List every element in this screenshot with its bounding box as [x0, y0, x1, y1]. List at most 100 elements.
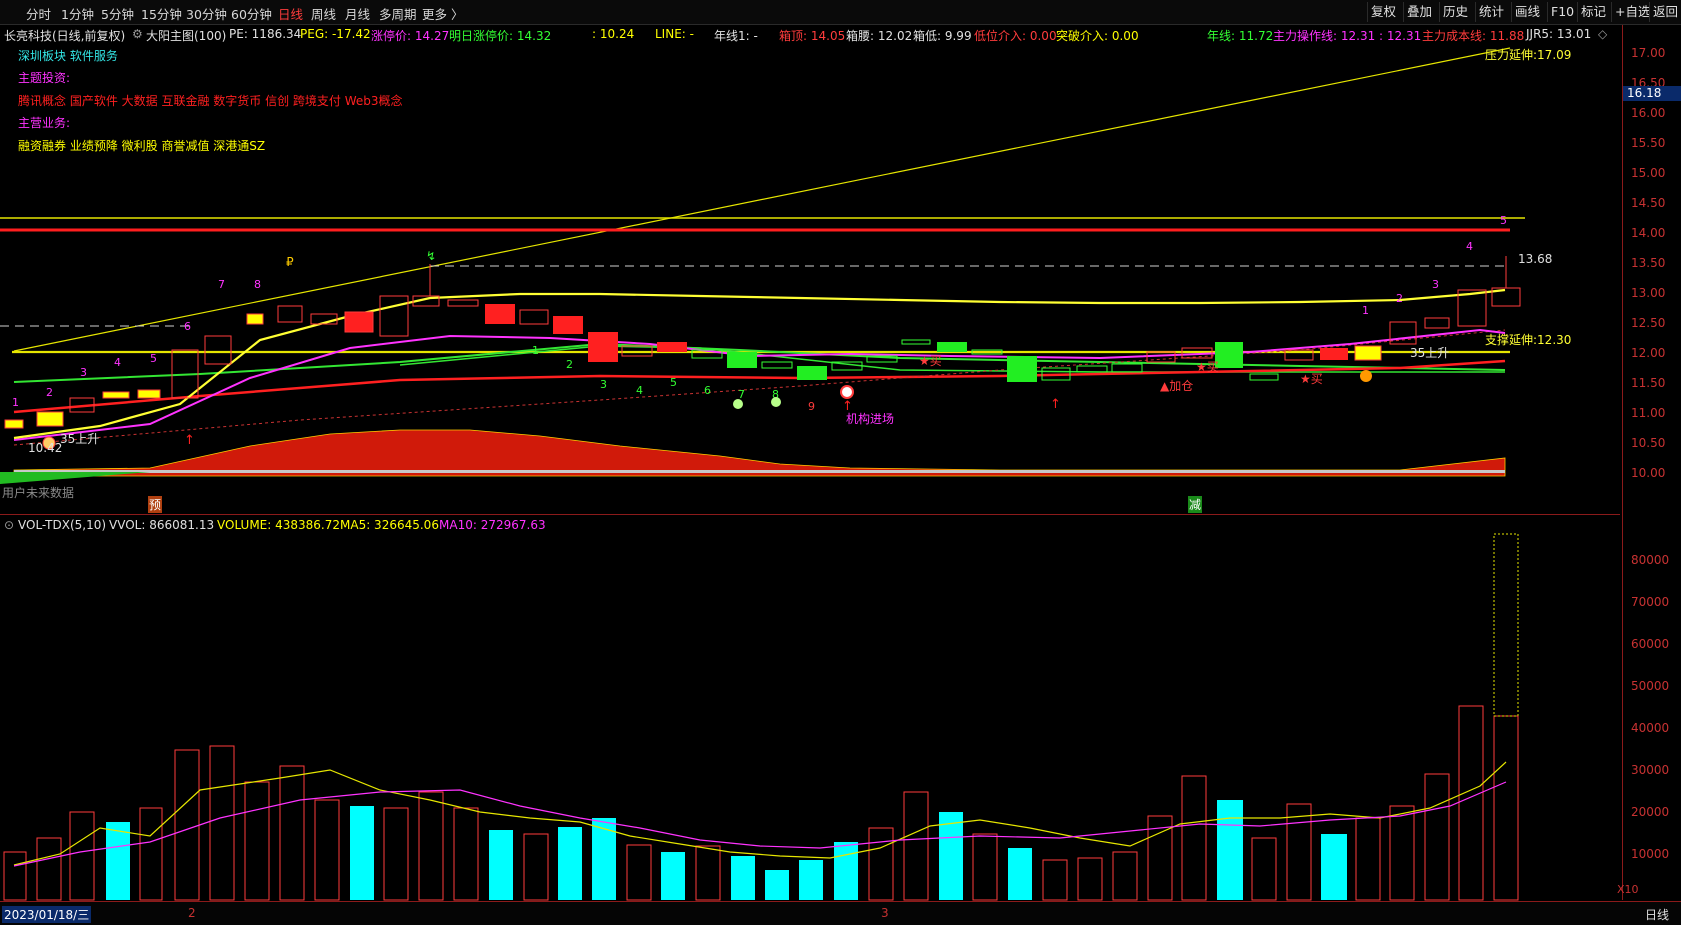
volume-bar: [1493, 715, 1519, 901]
overlay-button[interactable]: 叠加: [1403, 2, 1435, 22]
volume-bar: [1389, 805, 1415, 901]
volume-bar: [592, 818, 616, 900]
candle: [277, 305, 303, 323]
volume-tick: 10000: [1631, 847, 1670, 861]
uptrend-label-right: 35上升: [1410, 346, 1450, 360]
target-icon: [840, 385, 854, 399]
theme-items[interactable]: 腾讯概念 国产软件 大数据 互联金融 数字货币 信创 跨境支付 Web3概念: [18, 92, 403, 109]
svg-text:3: 3: [80, 366, 87, 379]
green-base-fill: [0, 472, 150, 484]
price-axis[interactable]: 17.00 16.50 16.00 15.50 15.00 14.50 14.0…: [1622, 25, 1681, 515]
volume-bar: [489, 830, 513, 900]
break-entry-value: 突破介入: 0.00: [1056, 29, 1139, 43]
main-price-chart[interactable]: 1 2 3 4 5 6 7 8 1 2 3 4 5 6 7 8 9 1 2 3 …: [0, 43, 1621, 514]
history-button[interactable]: 历史: [1439, 2, 1471, 22]
main-cost-value: 主力成本线: 11.88: [1422, 29, 1525, 43]
candle: [137, 389, 161, 399]
volume-bar: [1181, 775, 1207, 901]
price-tick: 13.50: [1631, 256, 1666, 270]
volume-bar: [69, 811, 95, 901]
svg-text:4: 4: [114, 356, 121, 369]
yearline-value: 年线: 11.72: [1207, 29, 1274, 43]
period-tab-daily[interactable]: 日线: [278, 4, 303, 23]
volume-unit: X10: [1617, 883, 1639, 896]
period-tab-multi[interactable]: 多周期: [379, 4, 417, 23]
draw-line-button[interactable]: 画线: [1511, 2, 1543, 22]
period-tab-1min[interactable]: 1分钟: [61, 4, 94, 23]
volume-bar: [972, 833, 998, 901]
yellow-ma-line: [13, 288, 1506, 440]
candle: [1320, 348, 1348, 360]
add-position-label: ▲加仓: [1160, 379, 1194, 393]
svg-text:5: 5: [150, 352, 157, 365]
candle: [1354, 345, 1382, 361]
volume-bar: [1251, 837, 1277, 901]
diamond-icon: ◇: [1598, 27, 1608, 41]
period-tab-30min[interactable]: 30分钟: [186, 4, 227, 23]
volume-bar: [139, 807, 163, 901]
period-tab-monthly[interactable]: 月线: [345, 4, 370, 23]
candle: [1249, 373, 1279, 381]
price-tick: 12.00: [1631, 346, 1666, 360]
period-tab-60min[interactable]: 60分钟: [231, 4, 272, 23]
back-button[interactable]: 返回: [1649, 2, 1681, 22]
stats-button[interactable]: 统计: [1475, 2, 1507, 22]
volume-bar: [244, 781, 270, 901]
restore-rights-button[interactable]: 复权: [1367, 2, 1399, 22]
volume-tick: 50000: [1631, 679, 1670, 693]
volume-tick: 40000: [1631, 721, 1670, 735]
svg-text:5: 5: [670, 376, 677, 389]
yearline1-value: 年线1: -: [714, 29, 758, 43]
volume-indicator-name[interactable]: VOL-TDX(5,10): [18, 518, 106, 532]
cursor-date: 2023/01/18/三: [2, 906, 92, 923]
period-tab-5min[interactable]: 5分钟: [101, 4, 134, 23]
volume-bar: [174, 749, 200, 901]
candle: [447, 299, 479, 307]
mark-button[interactable]: 标记: [1577, 2, 1609, 22]
price-tick: 14.00: [1631, 226, 1666, 240]
price-tick: 11.50: [1631, 376, 1666, 390]
sector-label[interactable]: 深圳板块 软件服务: [18, 47, 118, 64]
settings-icon[interactable]: ⚙: [132, 27, 143, 41]
collapse-icon[interactable]: ⊙: [4, 518, 14, 532]
volume-bar: [799, 860, 823, 900]
volume-bar: [314, 799, 340, 901]
business-items[interactable]: 融资融券 业绩预降 微利股 商誉减值 深港通SZ: [18, 137, 265, 154]
volume-bar: [350, 806, 374, 900]
svg-text:3: 3: [600, 378, 607, 391]
svg-text:6: 6: [704, 384, 711, 397]
current-price-badge: 16.18: [1623, 86, 1681, 101]
main-op-line-value: 主力操作线: 12.31 : 12.31: [1273, 29, 1422, 43]
pre-tag: 预: [148, 496, 163, 513]
volume-bar: [868, 827, 894, 901]
volume-axis[interactable]: 80000 70000 60000 50000 40000 30000 2000…: [1617, 515, 1681, 900]
price-tick: 10.50: [1631, 436, 1666, 450]
period-tab-more[interactable]: 更多 〉: [422, 4, 463, 23]
business-title: 主营业务:: [18, 116, 71, 130]
period-tab-fenshi[interactable]: 分时: [26, 4, 51, 23]
volume-bar: [383, 807, 409, 901]
main-chart-name[interactable]: 大阳主图(100): [146, 27, 226, 44]
volume-bar: [1321, 834, 1347, 900]
volume-bar: [523, 833, 549, 901]
period-tab-15min[interactable]: 15分钟: [141, 4, 182, 23]
svg-text:1: 1: [532, 344, 539, 357]
candle: [1146, 351, 1176, 363]
buy-point-icon: ↯: [426, 249, 436, 263]
volume-bar: [1077, 857, 1103, 901]
period-indicator[interactable]: 日线: [1645, 906, 1669, 923]
svg-text:2: 2: [566, 358, 573, 371]
f10-button[interactable]: F10: [1547, 2, 1577, 22]
volume-bar: [106, 822, 130, 900]
volume-tick: 60000: [1631, 637, 1670, 651]
low-price-mark: 10.42: [28, 441, 63, 455]
candle: [344, 311, 374, 333]
svg-text:7: 7: [218, 278, 225, 291]
volume-chart[interactable]: [0, 533, 1621, 901]
svg-text:4: 4: [1466, 240, 1473, 253]
period-tab-weekly[interactable]: 周线: [311, 4, 336, 23]
add-watchlist-button[interactable]: +自选: [1611, 2, 1653, 22]
candle: [761, 361, 793, 369]
wave-count-labels: 1 2 3 4 5 6 7 8 1 2 3 4 5 6 7 8 9 1 2 3 …: [12, 214, 1507, 413]
svg-text:↑: ↑: [184, 433, 195, 448]
